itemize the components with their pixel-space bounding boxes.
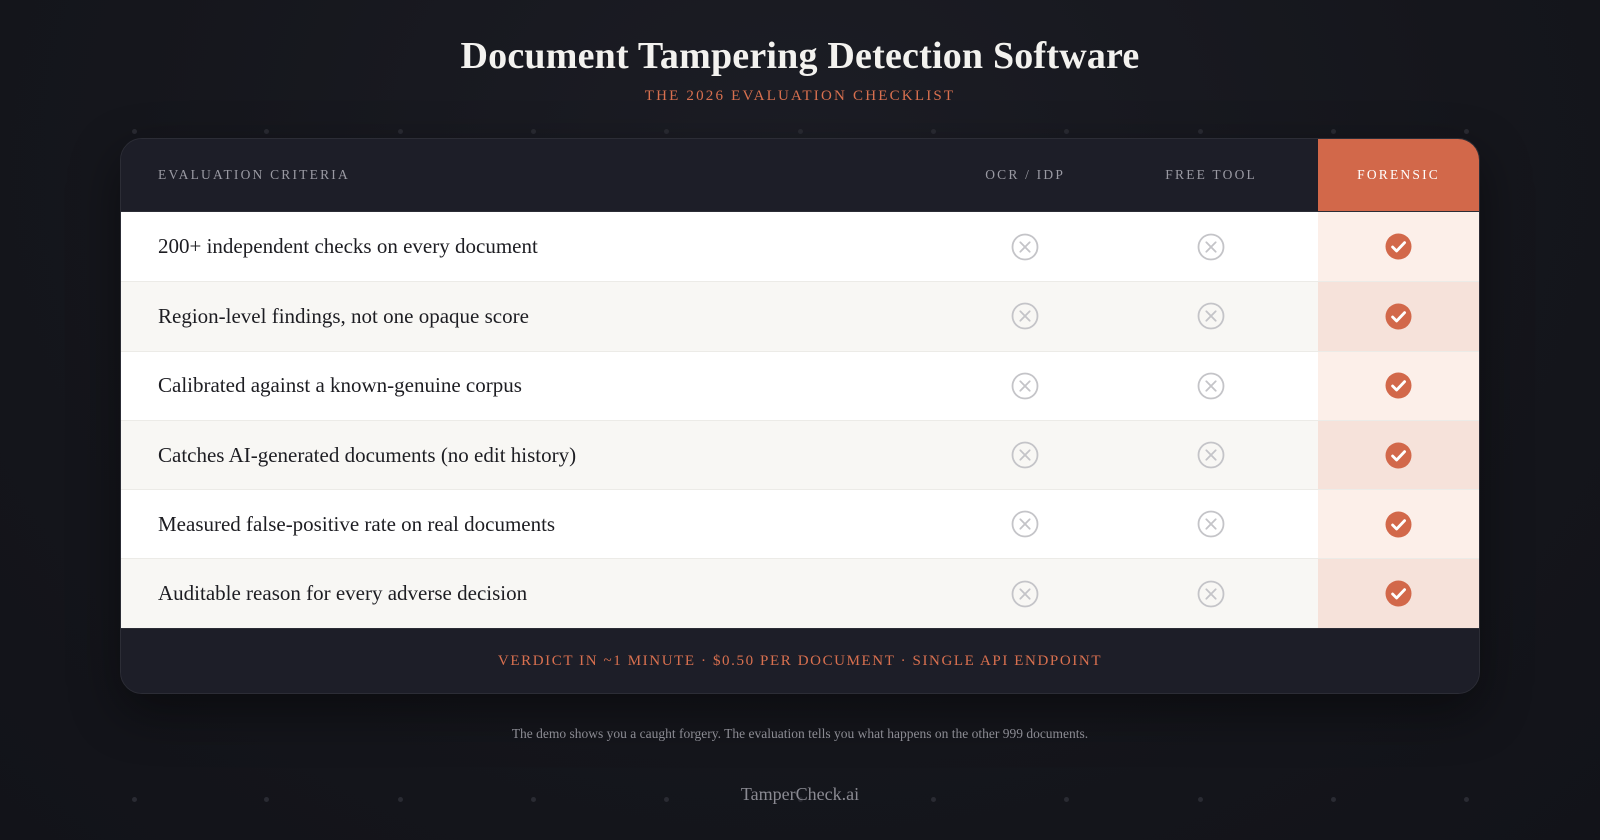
table-footer-verdict: VERDICT IN ~1 MINUTE · $0.50 PER DOCUMEN… [121,627,1479,693]
cell-ocr-idp [932,282,1118,350]
background-dot [1331,129,1336,134]
x-circle-icon [1197,372,1225,400]
x-circle-icon [1197,302,1225,330]
cell-forensic [1318,351,1479,420]
x-circle-icon [1011,441,1039,469]
x-circle-icon [1197,510,1225,538]
cell-forensic [1318,490,1479,559]
cell-forensic [1318,282,1479,351]
cell-forensic [1318,212,1479,282]
cell-free-tool [1118,559,1304,627]
check-circle-icon [1385,580,1412,607]
table-row: Measured false-positive rate on real doc… [121,489,1479,559]
footnote: The demo shows you a caught forgery. The… [511,726,1089,741]
cell-free-tool [1118,490,1304,558]
background-dot [664,129,669,134]
brand-name: TamperCheck.ai [740,784,860,804]
cell-ocr-idp [932,559,1118,627]
x-circle-icon [1011,233,1039,261]
background-dot [531,129,536,134]
check-circle-icon [1385,303,1412,330]
cell-forensic [1318,559,1479,628]
criterion-label: Region-level findings, not one opaque sc… [158,303,529,328]
column-header-forensic: FORENSIC [1318,139,1479,211]
background-dot [1198,129,1203,134]
cell-free-tool [1118,421,1304,489]
table-row: Region-level findings, not one opaque sc… [121,281,1479,351]
check-circle-icon [1385,372,1412,399]
check-circle-icon [1385,442,1412,469]
table-row: Auditable reason for every adverse decis… [121,558,1479,628]
page-title: Document Tampering Detection Software [460,35,1140,77]
x-circle-icon [1197,233,1225,261]
background-dot [1064,129,1069,134]
column-header-ocr-idp: OCR / IDP [985,167,1066,182]
x-circle-icon [1197,580,1225,608]
column-header-free-tool: FREE TOOL [1165,167,1257,182]
table-row: Calibrated against a known-genuine corpu… [121,350,1479,420]
criterion-label: 200+ independent checks on every documen… [158,234,538,259]
table-row: 200+ independent checks on every documen… [121,212,1479,282]
background-dot [1464,129,1469,134]
background-dot [798,129,803,134]
criterion-label: Catches AI-generated documents (no edit … [158,442,577,467]
x-circle-icon [1197,441,1225,469]
table-body: 200+ independent checks on every documen… [121,212,1479,628]
comparison-table: EVALUATION CRITERIA OCR / IDP FREE TOOL … [120,138,1480,694]
background-dot [931,129,936,134]
x-circle-icon [1011,510,1039,538]
cell-free-tool [1118,352,1304,420]
table-header: EVALUATION CRITERIA OCR / IDP FREE TOOL … [121,139,1479,212]
cell-ocr-idp [932,490,1118,558]
x-circle-icon [1011,372,1039,400]
criterion-label: Calibrated against a known-genuine corpu… [158,373,522,398]
background-dot [132,129,137,134]
cell-ocr-idp [932,212,1118,281]
page-subtitle: THE 2026 EVALUATION CHECKLIST [644,88,956,104]
table-row: Catches AI-generated documents (no edit … [121,419,1479,490]
cell-ocr-idp [932,421,1118,489]
x-circle-icon [1011,580,1039,608]
background-dot [398,129,403,134]
column-header-criteria: EVALUATION CRITERIA [158,167,350,182]
cell-forensic [1318,420,1479,490]
criterion-label: Measured false-positive rate on real doc… [158,511,556,536]
cell-ocr-idp [932,352,1118,420]
cell-free-tool [1118,282,1304,350]
cell-free-tool [1118,212,1304,281]
background-dot [264,129,269,134]
check-circle-icon [1385,233,1412,260]
criterion-label: Auditable reason for every adverse decis… [158,581,528,606]
x-circle-icon [1011,302,1039,330]
check-circle-icon [1385,511,1412,538]
